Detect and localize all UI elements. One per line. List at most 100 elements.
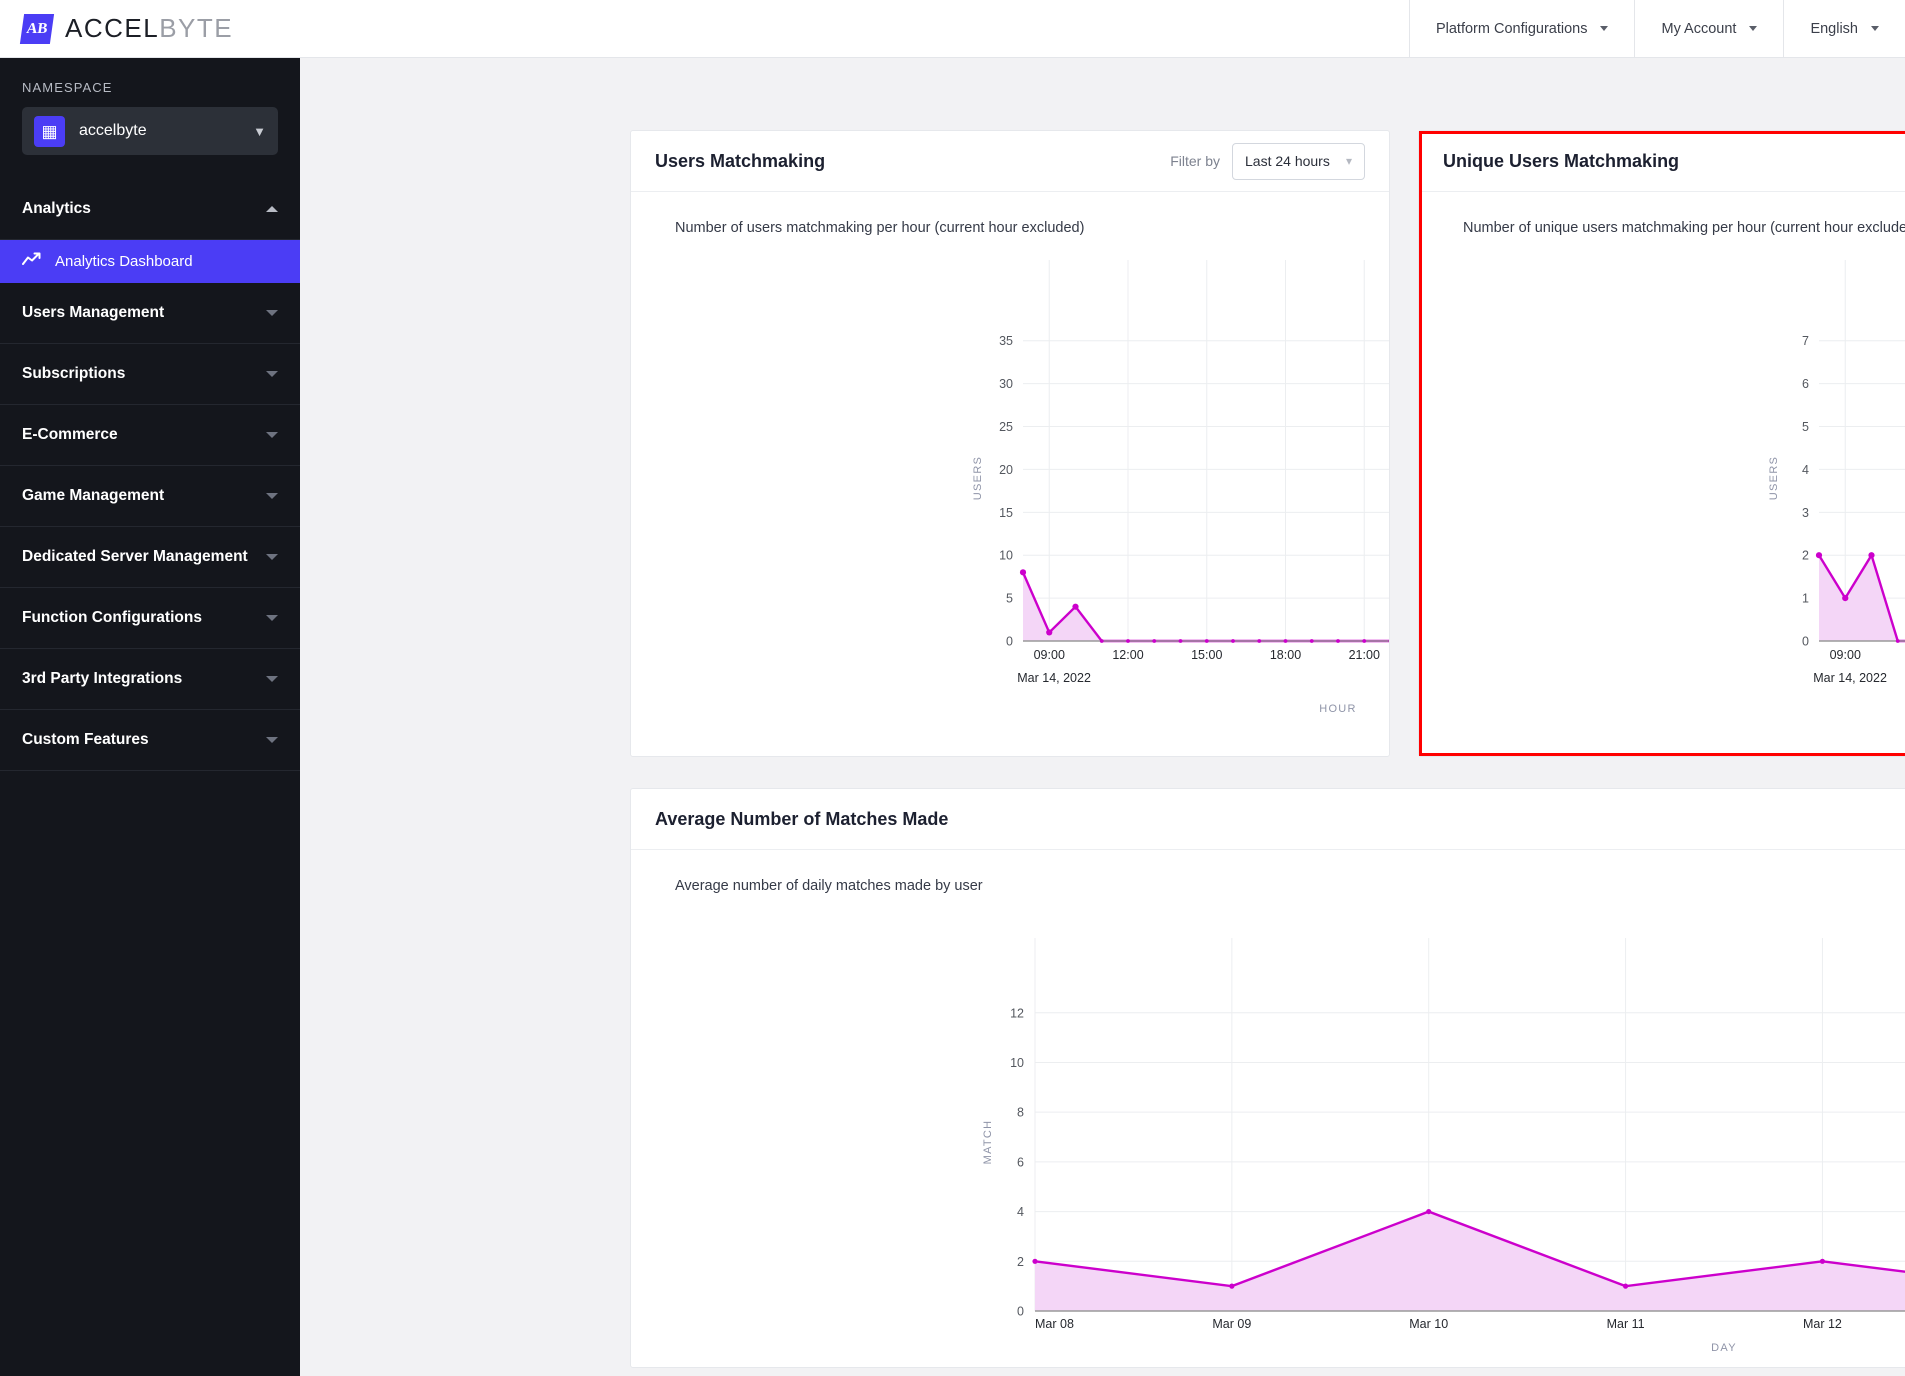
sidebar-group-3rd-party-integrations[interactable]: 3rd Party Integrations xyxy=(0,649,300,710)
sidebar-group-subscriptions-label: Subscriptions xyxy=(22,365,126,382)
namespace-selector[interactable]: ▦ accelbyte ▼ xyxy=(22,107,278,155)
svg-text:7: 7 xyxy=(1802,334,1809,348)
sidebar-group-custom-features[interactable]: Custom Features xyxy=(0,710,300,771)
sidebar-group-e-commerce[interactable]: E-Commerce xyxy=(0,405,300,466)
sidebar-group-dedicated-server-management-label: Dedicated Server Management xyxy=(22,548,248,565)
svg-text:0: 0 xyxy=(1802,635,1809,649)
main-content: Users Matchmaking Filter by Last 24 hour… xyxy=(300,58,1905,1376)
svg-text:USERS: USERS xyxy=(1768,456,1780,500)
svg-text:USERS: USERS xyxy=(972,456,984,500)
svg-text:0: 0 xyxy=(1017,1305,1024,1319)
brand-name-light: BYTE xyxy=(159,13,234,43)
svg-text:DAY: DAY xyxy=(1711,1342,1737,1354)
sidebar-group-users-management[interactable]: Users Management xyxy=(0,283,300,344)
svg-text:1: 1 xyxy=(1802,592,1809,606)
sidebar-group-function-configurations[interactable]: Function Configurations xyxy=(0,588,300,649)
svg-text:8: 8 xyxy=(1017,1106,1024,1120)
chevron-down-icon: ▾ xyxy=(1345,154,1352,168)
svg-text:15: 15 xyxy=(999,506,1013,520)
card-users-matchmaking: Users Matchmaking Filter by Last 24 hour… xyxy=(630,130,1390,757)
chevron-down-icon xyxy=(266,737,278,743)
card-users-matchmaking-filter: Filter by Last 24 hours ▾ xyxy=(1170,142,1365,180)
svg-text:0: 0 xyxy=(1006,635,1013,649)
chevron-down-icon: ▼ xyxy=(253,123,266,139)
card-users-matchmaking-header: Users Matchmaking Filter by Last 24 hour… xyxy=(631,131,1389,192)
platform-configurations-label: Platform Configurations xyxy=(1435,20,1588,37)
card-unique-users-matchmaking-header: Unique Users Matchmaking Filter by Last … xyxy=(1419,131,1905,192)
svg-text:6: 6 xyxy=(1802,377,1809,391)
chevron-down-icon xyxy=(266,310,278,316)
chevron-down-icon xyxy=(266,554,278,560)
namespace-value: accelbyte xyxy=(79,122,147,139)
svg-text:4: 4 xyxy=(1802,463,1809,477)
svg-text:12:00: 12:00 xyxy=(1112,648,1143,662)
top-bar: AB ACCELBYTE Platform Configurations My … xyxy=(0,0,1905,58)
svg-text:5: 5 xyxy=(1802,420,1809,434)
sidebar: NAMESPACE ▦ accelbyte ▼ Analytics Analyt… xyxy=(0,58,300,1376)
svg-text:Mar 11: Mar 11 xyxy=(1607,1317,1645,1331)
svg-text:Mar 14, 2022: Mar 14, 2022 xyxy=(1017,671,1091,685)
svg-text:Mar 14, 2022: Mar 14, 2022 xyxy=(1813,671,1887,685)
sidebar-group-analytics[interactable]: Analytics xyxy=(0,179,300,240)
chevron-down-icon xyxy=(266,371,278,377)
chevron-down-icon xyxy=(266,493,278,499)
card-average-matches: Average Number of Matches Made Filter by… xyxy=(630,788,1905,1368)
card-users-matchmaking-subtitle: Number of users matchmaking per hour (cu… xyxy=(675,220,1085,236)
sidebar-group-subscriptions[interactable]: Subscriptions xyxy=(0,344,300,405)
chevron-down-icon xyxy=(266,432,278,438)
svg-text:HOUR: HOUR xyxy=(1319,703,1357,713)
svg-text:10: 10 xyxy=(999,549,1013,563)
filter-select-users-matchmaking[interactable]: Last 24 hours ▾ xyxy=(1232,142,1365,180)
card-unique-users-matchmaking-title: Unique Users Matchmaking xyxy=(1443,150,1680,171)
language-menu[interactable]: English xyxy=(1783,0,1905,58)
svg-text:Mar 09: Mar 09 xyxy=(1212,1317,1251,1331)
sidebar-group-game-management-label: Game Management xyxy=(22,487,165,504)
sidebar-group-function-configurations-label: Function Configurations xyxy=(22,609,202,626)
accelbyte-logo-icon: AB xyxy=(19,13,55,44)
chevron-down-icon xyxy=(266,676,278,682)
svg-text:10: 10 xyxy=(1010,1056,1024,1070)
platform-configurations-menu[interactable]: Platform Configurations xyxy=(1408,0,1635,58)
chevron-down-icon xyxy=(1871,26,1879,31)
building-icon: ▦ xyxy=(34,115,65,147)
svg-text:35: 35 xyxy=(999,334,1013,348)
svg-text:30: 30 xyxy=(999,377,1013,391)
svg-text:2: 2 xyxy=(1017,1255,1024,1269)
users-matchmaking-chart: 0510152025303509:0012:0015:0018:0021:000… xyxy=(972,260,1389,713)
card-average-matches-subtitle: Average number of daily matches made by … xyxy=(675,878,983,894)
sidebar-item-analytics-dashboard-label: Analytics Dashboard xyxy=(55,253,193,270)
card-average-matches-header: Average Number of Matches Made Filter by… xyxy=(631,789,1905,850)
sidebar-group-dedicated-server-management[interactable]: Dedicated Server Management xyxy=(0,527,300,588)
filter-select-value: Last 24 hours xyxy=(1245,153,1330,169)
svg-text:12: 12 xyxy=(1010,1006,1024,1020)
svg-text:Mar 12: Mar 12 xyxy=(1803,1317,1842,1331)
sidebar-group-3rd-party-integrations-label: 3rd Party Integrations xyxy=(22,670,183,687)
chevron-down-icon xyxy=(1600,26,1609,31)
svg-text:5: 5 xyxy=(1006,592,1013,606)
sidebar-group-custom-features-label: Custom Features xyxy=(22,731,149,748)
svg-text:15:00: 15:00 xyxy=(1191,648,1222,662)
svg-text:21:00: 21:00 xyxy=(1349,648,1380,662)
brand-name: ACCELBYTE xyxy=(65,13,233,44)
chevron-up-icon xyxy=(266,206,278,212)
svg-text:4: 4 xyxy=(1017,1205,1024,1219)
unique-users-matchmaking-chart: 0123456709:0012:0015:0018:0021:0000:0003… xyxy=(1768,260,1905,685)
sidebar-group-analytics-label: Analytics xyxy=(22,200,91,217)
brand-logo[interactable]: AB ACCELBYTE xyxy=(0,13,300,44)
svg-text:09:00: 09:00 xyxy=(1034,648,1065,662)
language-label: English xyxy=(1810,20,1858,37)
svg-text:Mar 08: Mar 08 xyxy=(1035,1317,1074,1331)
filter-by-label: Filter by xyxy=(1170,153,1220,169)
svg-text:Mar 10: Mar 10 xyxy=(1409,1317,1448,1331)
card-unique-users-matchmaking-subtitle: Number of unique users matchmaking per h… xyxy=(1463,220,1905,236)
sidebar-group-users-management-label: Users Management xyxy=(22,304,165,321)
svg-text:20: 20 xyxy=(999,463,1013,477)
chevron-down-icon xyxy=(266,615,278,621)
sidebar-group-game-management[interactable]: Game Management xyxy=(0,466,300,527)
my-account-menu[interactable]: My Account xyxy=(1634,0,1783,58)
svg-text:3: 3 xyxy=(1802,506,1809,520)
trending-up-icon xyxy=(22,252,41,271)
chevron-down-icon xyxy=(1749,26,1758,31)
svg-text:6: 6 xyxy=(1017,1155,1024,1169)
sidebar-item-analytics-dashboard[interactable]: Analytics Dashboard xyxy=(0,240,300,283)
